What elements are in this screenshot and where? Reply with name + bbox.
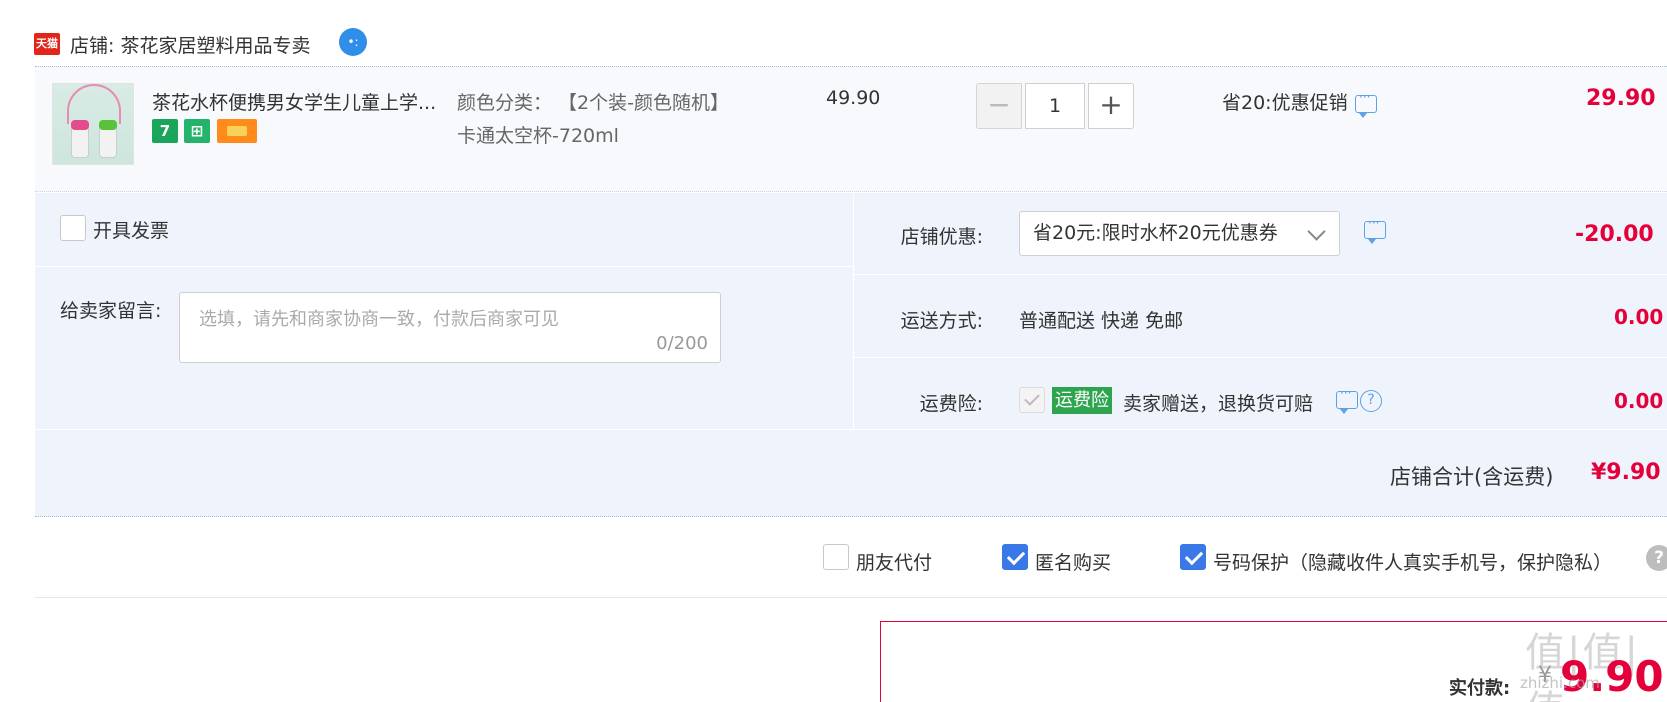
- number-protection-label[interactable]: 号码保护（隐藏收件人真实手机号，保护隐私）: [1213, 548, 1612, 575]
- divider: [35, 597, 1667, 598]
- coupon-selected-value: 省20元:限时水杯20元优惠券: [1033, 222, 1278, 244]
- comment-icon[interactable]: [1336, 386, 1358, 414]
- tmall-logo: 天猫: [34, 33, 60, 55]
- shipping-label: 运送方式:: [900, 310, 983, 332]
- shop-discount-value: -20.00: [1575, 222, 1654, 247]
- shop-subtotal-value: ¥9.90: [1591, 460, 1661, 485]
- shipping-method: 普通配送 快递 免邮: [1019, 310, 1184, 332]
- seller-note-placeholder: 选填，请先和商家协商一致，付款后商家可见: [199, 309, 559, 330]
- unit-price: 49.90: [826, 87, 881, 109]
- friend-pay-checkbox[interactable]: [823, 544, 849, 570]
- seller-note-counter: 0/200: [656, 333, 708, 354]
- help-icon[interactable]: ?: [1360, 390, 1382, 412]
- divider: [35, 429, 1667, 430]
- aliwangwang-icon[interactable]: •:: [339, 28, 367, 56]
- chevron-down-icon: [1307, 222, 1326, 241]
- insurance-value: 0.00: [1614, 389, 1664, 413]
- comment-icon[interactable]: [1364, 216, 1386, 244]
- insurance-label: 运费险:: [919, 393, 983, 415]
- shop-name[interactable]: 店铺: 茶花家居塑料用品专卖: [70, 31, 310, 58]
- divider: [854, 274, 1667, 275]
- coupon-select[interactable]: 省20元:限时水杯20元优惠券: [1019, 211, 1340, 256]
- watermark-text: zhizhi.com: [1520, 674, 1600, 692]
- number-protection-checkbox[interactable]: [1180, 544, 1206, 570]
- payment-label: 实付款:: [1449, 678, 1511, 699]
- seven-day-return-icon: 7: [152, 119, 178, 143]
- bag-badge-icon: ⊞: [184, 119, 210, 143]
- shop-subtotal-label: 店铺合计(含运费): [1390, 465, 1554, 489]
- anonymous-checkbox[interactable]: [1002, 544, 1028, 570]
- invoice-label[interactable]: 开具发票: [93, 216, 169, 243]
- sku-color: 颜色分类： 【2个装-颜色随机】: [457, 92, 729, 114]
- product-row: [35, 66, 1667, 192]
- quantity-input[interactable]: 1: [1025, 83, 1085, 129]
- insurance-tag: 运费险: [1052, 387, 1112, 414]
- item-total-price: 29.90: [1586, 86, 1656, 111]
- help-icon[interactable]: ?: [1646, 545, 1667, 571]
- comment-icon[interactable]: [1355, 90, 1377, 118]
- quantity-increase-button[interactable]: +: [1088, 83, 1134, 129]
- divider: [35, 266, 853, 267]
- quantity-decrease-button[interactable]: −: [976, 83, 1022, 129]
- divider: [854, 357, 1667, 358]
- invoice-checkbox[interactable]: [60, 215, 86, 241]
- friend-pay-label[interactable]: 朋友代付: [856, 548, 932, 575]
- shipping-fee: 0.00: [1614, 305, 1664, 329]
- seller-note-label: 给卖家留言:: [60, 300, 162, 322]
- sku-spec: 卡通太空杯-720ml: [457, 125, 619, 147]
- product-thumbnail[interactable]: [52, 83, 134, 165]
- seller-note-textarea[interactable]: 选填，请先和商家协商一致，付款后商家可见 0/200: [179, 292, 721, 363]
- card-badge-icon: [217, 119, 257, 143]
- shop-discount-label: 店铺优惠:: [900, 226, 983, 248]
- product-title[interactable]: 茶花水杯便携男女学生儿童上学...: [152, 88, 452, 115]
- anonymous-label[interactable]: 匿名购买: [1035, 548, 1111, 575]
- promotion-text: 省20:优惠促销: [1222, 92, 1348, 114]
- insurance-checkbox: [1019, 387, 1045, 413]
- insurance-description: 卖家赠送，退换货可赔: [1123, 393, 1314, 415]
